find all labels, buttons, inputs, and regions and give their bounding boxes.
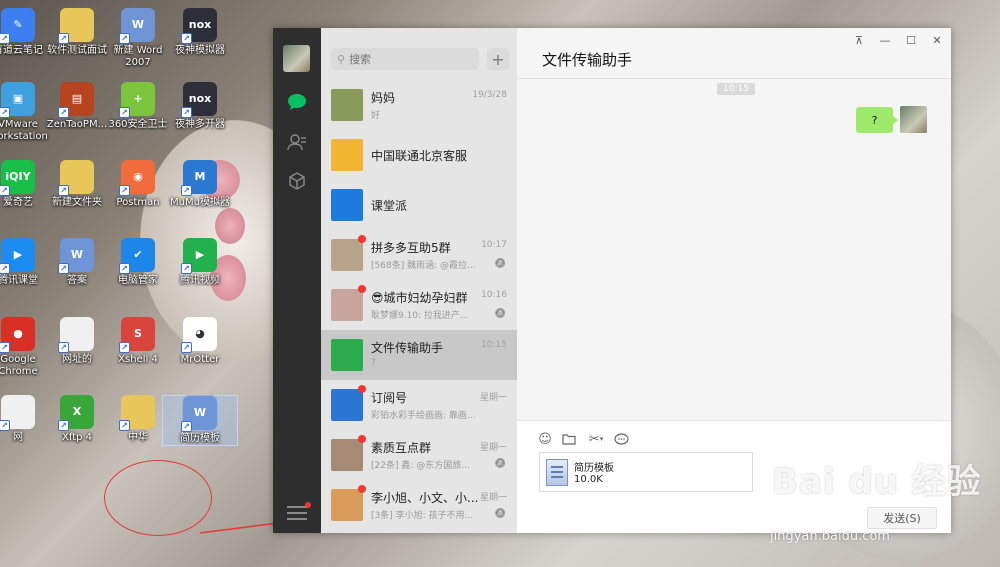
chat-list-item[interactable]: 拼多多互助5群 10:17 [568条] 魏雨涵: @霞拉... 🔕: [321, 230, 517, 280]
message-bubble[interactable]: ?: [856, 107, 898, 133]
pin-icon[interactable]: ⊼: [852, 34, 866, 47]
search-input[interactable]: [349, 52, 470, 66]
chat-avatar: [331, 189, 363, 221]
chat-avatar: [331, 439, 363, 471]
unread-badge: [358, 435, 366, 443]
chat-list-item[interactable]: 素质互点群 星期一 [22条] 鑫: @东方国旅... 🔕: [321, 430, 517, 480]
chat-avatar: [331, 89, 363, 121]
sender-avatar[interactable]: [900, 106, 927, 133]
chat-title: 文件传输助手: [542, 51, 633, 69]
chat-avatar: [331, 489, 363, 521]
chat-name: 课堂派: [371, 199, 408, 213]
chat-preview: 好: [371, 111, 381, 121]
search-box[interactable]: ⚲: [331, 48, 479, 70]
chat-time: 19/3/28: [472, 90, 507, 100]
chat-time: 10:17: [481, 240, 507, 250]
chat-name: 拼多多互助5群: [371, 241, 451, 255]
emoji-icon[interactable]: ☺: [537, 431, 553, 447]
chat-name: 文件传输助手: [371, 341, 444, 355]
chat-preview: [3条] 李小旭: 孩子不用...: [371, 511, 474, 521]
chat-list-item[interactable]: 😎城市妇幼孕妇群 10:16 耿梦娜9.10: 拉我进产... 🔕: [321, 280, 517, 330]
chat-name: 李小旭、小文、小...: [371, 491, 479, 505]
chat-list-item[interactable]: 订阅号 星期一 彩铂水彩手绘画画: 靠画...: [321, 380, 517, 430]
chat-time: 10:16: [481, 290, 507, 300]
header-divider: [517, 78, 951, 79]
search-icon: ⚲: [337, 52, 346, 66]
contacts-nav-icon[interactable]: [283, 128, 311, 156]
chat-avatar: [331, 239, 363, 271]
chat-time: 星期一: [479, 443, 507, 453]
mute-bell-icon: 🔕: [494, 509, 506, 519]
file-name: 简历模板: [574, 463, 614, 474]
chat-name: 😎城市妇幼孕妇群: [371, 291, 468, 305]
chat-avatar: [331, 339, 363, 371]
watermark-url: jingyan.baidu.com: [770, 529, 890, 544]
favorites-cube-icon[interactable]: [283, 167, 311, 195]
scissors-icon[interactable]: ✂ ▾: [585, 431, 607, 447]
chat-name: 妈妈: [371, 91, 396, 105]
wechat-nav-rail: [273, 28, 321, 533]
chat-name: 素质互点群: [371, 441, 432, 455]
maximize-icon[interactable]: ☐: [904, 34, 918, 47]
chat-list-item[interactable]: 中国联通北京客服: [321, 130, 517, 180]
chat-name: 中国联通北京客服: [371, 149, 468, 163]
mute-bell-icon: 🔕: [494, 259, 506, 269]
chat-list-item[interactable]: 妈妈 19/3/28 好: [321, 80, 517, 130]
menu-icon[interactable]: [287, 502, 311, 520]
word-file-icon: [546, 459, 568, 486]
mute-bell-icon: 🔕: [494, 309, 506, 319]
unread-badge: [358, 235, 366, 243]
chat-time: 星期一: [479, 393, 507, 403]
unread-badge: [358, 385, 366, 393]
unread-badge: [358, 285, 366, 293]
close-icon[interactable]: ✕: [930, 34, 944, 47]
chat-list-item[interactable]: 文件传输助手 10:15?: [321, 330, 517, 380]
unread-badge: [358, 485, 366, 493]
chat-icon[interactable]: [613, 431, 629, 447]
mute-bell-icon: 🔕: [494, 459, 506, 469]
chat-preview: ?: [371, 358, 376, 368]
chat-name: 订阅号: [371, 391, 408, 405]
chat-list-item[interactable]: 李小旭、小文、小... 星期一 [3条] 李小旭: 孩子不用... 🔕: [321, 480, 517, 530]
chat-list-panel: ⚲ + 妈妈 19/3/28 好中国联通北京客服课堂派拼多多互助5群 10:17 [56…: [321, 28, 517, 533]
add-chat-button[interactable]: +: [487, 48, 509, 70]
send-button[interactable]: 发送(S): [867, 507, 937, 529]
chat-preview: [568条] 魏雨涵: @霞拉...: [371, 261, 476, 271]
chat-time: 星期一: [479, 493, 507, 503]
folder-icon[interactable]: [561, 431, 577, 447]
message-timestamp: 10:15: [717, 83, 755, 95]
user-avatar[interactable]: [283, 45, 310, 72]
chat-preview: 彩铂水彩手绘画画: 靠画...: [371, 411, 476, 421]
chat-list-item[interactable]: 课堂派: [321, 180, 517, 230]
chat-preview: [22条] 鑫: @东方国旅...: [371, 461, 470, 471]
chat-nav-icon[interactable]: [283, 88, 311, 116]
chat-avatar: [331, 289, 363, 321]
chat-time: 10:15: [481, 340, 507, 350]
chat-preview: 耿梦娜9.10: 拉我进产...: [371, 311, 469, 321]
menu-badge: [305, 502, 311, 508]
chat-avatar: [331, 139, 363, 171]
file-attachment[interactable]: 简历模板 10.0K: [539, 452, 753, 492]
file-size: 10.0K: [574, 474, 603, 485]
minimize-icon[interactable]: —: [878, 34, 892, 47]
baidu-watermark: Bai du 经验: [772, 462, 982, 502]
chat-avatar: [331, 389, 363, 421]
